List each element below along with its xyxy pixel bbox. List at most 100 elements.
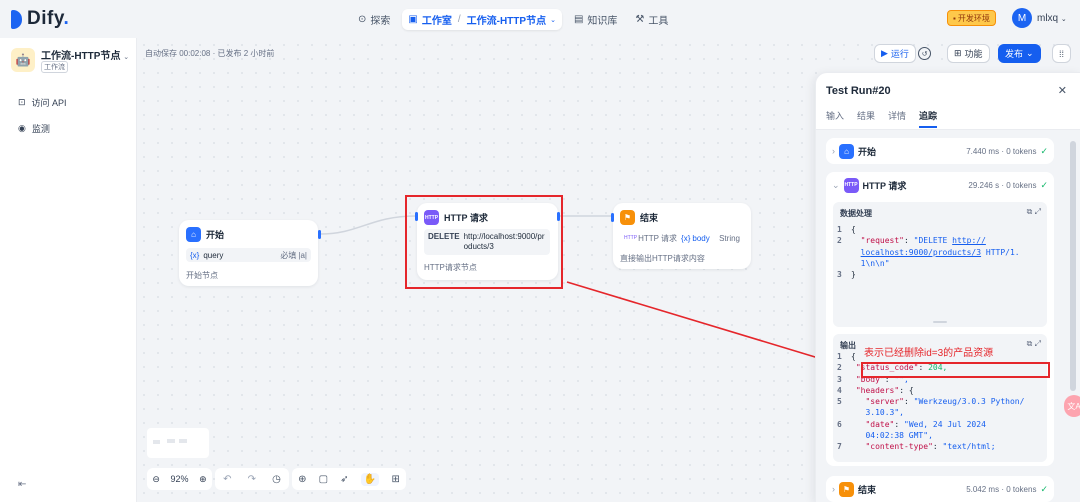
note-icon[interactable]: ▢ <box>319 474 328 485</box>
data-processing-box: 数据处理 ⧉ ⤢ 1{ 2 "request": "DELETE http://… <box>833 202 1047 327</box>
code-text: } <box>851 270 856 280</box>
line-number: 3 <box>837 374 842 384</box>
edge-start-http <box>319 215 417 235</box>
text-field-icon: |a| <box>298 250 307 260</box>
tab-detail[interactable]: 详情 <box>888 109 906 128</box>
canvas-tools: ⊕ ▢ ➶ ✋ ⊞ <box>292 468 406 490</box>
code-text: { <box>908 385 914 395</box>
history-icon[interactable]: ◷ <box>272 474 281 485</box>
panel-scrollbar[interactable] <box>1070 141 1076 391</box>
chevron-right-icon: › <box>832 146 835 156</box>
code-value: HTTP/1. <box>981 247 1020 257</box>
layout-icon[interactable]: ⊞ <box>391 474 399 485</box>
minimap[interactable] <box>147 428 209 458</box>
line-number: 7 <box>837 442 842 452</box>
code-text: { <box>851 352 856 361</box>
trace-row: › ⚑ 结束 5.042 ms · 0 tokens ✓ <box>832 477 1048 501</box>
chevron-down-icon: ⌄ <box>832 179 840 190</box>
code-value: 1\n\n" <box>860 258 890 268</box>
highlight-box-status-code <box>861 362 1050 378</box>
trace-row: › ⌂ 开始 7.440 ms · 0 tokens ✓ <box>832 139 1048 163</box>
pointer-icon[interactable]: ➶ <box>340 474 348 485</box>
code-value: 3.10.3", <box>865 408 904 418</box>
trace-meta: 29.246 s · 0 tokens <box>968 180 1037 190</box>
code-value: "Werkzeug/3.0.3 Python/ <box>913 397 1025 407</box>
resize-handle[interactable] <box>933 321 947 323</box>
redo-icon[interactable]: ↷ <box>248 474 256 485</box>
expand-icon[interactable]: ⤢ <box>1035 339 1041 348</box>
minimap-node <box>153 440 160 444</box>
node-title: 开始 <box>206 230 225 240</box>
trace-item-end[interactable]: › ⚑ 结束 5.042 ms · 0 tokens ✓ <box>826 476 1054 502</box>
code-value: "Wed, 24 Jul 2024 <box>904 419 986 429</box>
undo-icon[interactable]: ↶ <box>223 474 231 485</box>
trace-row: ⌄ HTTP HTTP 请求 29.246 s · 0 tokens ✓ <box>832 173 1048 197</box>
code-value: "DELETE <box>913 236 953 246</box>
code-key: "request" <box>860 236 904 246</box>
close-icon[interactable]: ✕ <box>1058 84 1067 97</box>
code-text: { <box>851 225 856 234</box>
zoom-control: ⊖ 92% ⊕ <box>147 468 212 490</box>
code-key: "date" <box>865 419 895 429</box>
zoom-in-icon[interactable]: ⊕ <box>199 474 207 485</box>
chevron-right-icon: › <box>832 484 835 494</box>
trace-name: 结束 <box>858 484 877 495</box>
code-value: 04:02:38 GMT", <box>865 431 933 441</box>
check-circle-icon: ✓ <box>1040 145 1048 156</box>
http-icon: HTTP <box>624 235 638 241</box>
copy-icon[interactable]: ⧉ <box>1027 339 1033 348</box>
node-end[interactable]: ⚑ 结束 HTTP HTTP 请求 {x} body String 直接输出HTT… <box>611 203 751 269</box>
line-number: 2 <box>837 236 842 246</box>
var-required: 必填 <box>280 250 297 260</box>
variable-icon: {x} <box>190 250 200 260</box>
zoom-level[interactable]: 92% <box>170 474 188 484</box>
annotation-note: 表示已经删除id=3的产品资源 <box>864 348 994 359</box>
line-number: 1 <box>837 352 842 361</box>
line-number: 5 <box>837 397 842 407</box>
test-run-panel: Test Run#20 ✕ 输入 结果 详情 追踪 › ⌂ 开始 7.440 m… <box>815 72 1080 502</box>
translate-icon[interactable]: 文A <box>1064 395 1080 417</box>
expand-icon[interactable]: ⤢ <box>1035 207 1041 216</box>
node-title: 结束 <box>640 213 659 223</box>
var-name: query <box>203 250 224 260</box>
line-number: 4 <box>837 385 842 395</box>
node-handle[interactable] <box>611 213 614 222</box>
tab-trace[interactable]: 追踪 <box>919 109 938 128</box>
tab-result[interactable]: 结果 <box>857 109 875 128</box>
minimap-node <box>179 439 187 443</box>
copy-icon[interactable]: ⧉ <box>1027 207 1033 216</box>
var-type: String <box>719 233 740 243</box>
node-start[interactable]: ⌂ 开始 {x} query 必填 |a| 开始节点 <box>179 220 321 286</box>
code-value: "text/html; <box>942 442 996 452</box>
code-title: 数据处理 <box>840 209 872 218</box>
http-icon: HTTP <box>843 177 859 193</box>
line-number: 2 <box>837 363 842 373</box>
line-number: 3 <box>837 270 842 280</box>
var-source: HTTP 请求 <box>638 233 678 243</box>
node-header: ⌂ 开始 <box>186 227 224 242</box>
code-key: "server" <box>865 397 904 407</box>
trace-name: 开始 <box>858 146 877 157</box>
variable-icon: {x} <box>681 233 691 243</box>
trace-item-start[interactable]: › ⌂ 开始 7.440 ms · 0 tokens ✓ <box>826 138 1054 164</box>
line-number: 6 <box>837 419 842 429</box>
add-node-icon[interactable]: ⊕ <box>298 474 306 485</box>
code-tools: ⧉ ⤢ <box>1027 207 1041 217</box>
data-processing-code: 1{ 2 "request": "DELETE http:// localhos… <box>837 225 1020 280</box>
node-desc: 开始节点 <box>186 271 218 280</box>
code-url: localhost:9000/products/3 <box>860 247 982 257</box>
code-key: "headers" <box>855 385 900 395</box>
trace-item-http[interactable]: ⌄ HTTP HTTP 请求 29.246 s · 0 tokens ✓ 数据处… <box>826 172 1054 466</box>
flag-icon: ⚑ <box>839 481 854 497</box>
zoom-out-icon[interactable]: ⊖ <box>152 474 160 485</box>
undo-redo-control: ↶ ↷ ◷ <box>215 468 289 490</box>
node-header: ⚑ 结束 <box>620 210 658 225</box>
end-var-row: HTTP HTTP 请求 {x} body String <box>620 231 744 245</box>
tab-input[interactable]: 输入 <box>826 109 844 128</box>
var-name: body <box>692 233 710 243</box>
minimap-node <box>167 439 175 443</box>
flag-icon: ⚑ <box>620 210 635 225</box>
hand-icon[interactable]: ✋ <box>360 472 380 486</box>
panel-tabs: 输入 结果 详情 追踪 <box>826 109 938 128</box>
node-handle[interactable] <box>318 230 321 239</box>
